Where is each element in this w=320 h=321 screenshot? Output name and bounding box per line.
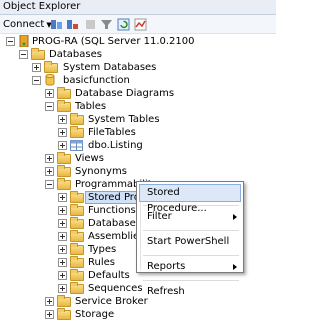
collapse-toggle[interactable] [45,102,54,111]
folder-icon [70,113,84,125]
expand-toggle[interactable] [58,284,67,293]
folder-icon [70,230,84,242]
tree-node-basicfunction[interactable]: basicfunction [0,74,276,87]
expand-toggle[interactable] [45,89,54,98]
refresh-icon[interactable] [117,18,130,31]
folder-icon [44,61,58,73]
submenu-arrow-icon [233,214,237,220]
tree-label: Tables [75,101,107,112]
collapse-toggle[interactable] [32,76,41,85]
tree-label: Sequences [88,283,143,294]
collapse-toggle[interactable] [19,50,28,59]
folder-icon [57,295,71,307]
tree-node-filetables[interactable]: FileTables [0,126,276,139]
menu-item-reports[interactable]: Reports [137,259,243,277]
tree-node-views[interactable]: Views [0,152,276,165]
tree-node-database-diagrams[interactable]: Database Diagrams [0,87,276,100]
folder-icon [57,308,71,320]
activity-monitor-icon[interactable] [134,18,147,31]
folder-icon [57,87,71,99]
tree-node-system-databases[interactable]: System Databases [0,61,276,74]
folder-icon [57,100,71,112]
folder-icon [57,178,71,190]
menu-separator [143,230,239,231]
folder-icon [57,165,71,177]
tree-node-dbo-listing[interactable]: dbo.Listing [0,139,276,152]
tree-node-tables[interactable]: Tables [0,100,276,113]
tree-label: Defaults [88,270,130,281]
folder-icon [70,126,84,138]
expand-toggle[interactable] [45,154,54,163]
tree-label: System Tables [88,114,160,125]
expand-toggle[interactable] [58,141,67,150]
collapse-toggle[interactable] [6,37,15,46]
tree-label: Types [88,244,117,255]
menu-item-refresh[interactable]: Refresh [137,284,243,302]
folder-icon [70,243,84,255]
server-label: PROG-RA (SQL Server 11.0.2100 [32,36,195,47]
tree-label: Rules [88,257,115,268]
folder-icon [70,269,84,281]
submenu-arrow-icon [233,264,237,270]
disconnect-icon[interactable] [66,18,79,31]
database-icon [45,74,55,86]
menu-item-new-stored-procedure[interactable]: Stored Procedure... [139,184,241,214]
menu-item-label: Reports [147,261,186,272]
folder-icon [70,204,84,216]
menu-separator [143,255,239,256]
tree-label: Synonyms [75,166,127,177]
connect-label: Connect [3,19,45,30]
tree-label: FileTables [88,127,136,138]
tree-node-synonyms[interactable]: Synonyms [0,165,276,178]
tree-label: basicfunction [63,75,130,86]
expand-toggle[interactable] [58,219,67,228]
folder-icon [57,152,71,164]
table-icon [70,140,83,151]
folder-icon [70,256,84,268]
tree-label: System Databases [63,62,157,73]
expand-toggle[interactable] [58,193,67,202]
tree-node-server[interactable]: PROG-RA (SQL Server 11.0.2100 [0,35,276,48]
folder-icon [70,282,84,294]
object-explorer-title: Object Explorer [0,0,276,15]
expand-toggle[interactable] [45,310,54,319]
menu-item-filter[interactable]: Filter [137,209,243,227]
folder-icon [31,48,45,60]
expand-toggle[interactable] [58,128,67,137]
tree-node-databases[interactable]: Databases [0,48,276,61]
expand-toggle[interactable] [58,245,67,254]
connect-button[interactable]: Connect ▼ [3,17,52,32]
expand-toggle[interactable] [32,63,41,72]
collapse-toggle[interactable] [45,180,54,189]
expand-toggle[interactable] [58,115,67,124]
expand-toggle[interactable] [58,271,67,280]
menu-item-label: Filter [147,211,172,222]
expand-toggle[interactable] [58,232,67,241]
context-menu: Stored Procedure... Filter Start PowerSh… [136,181,244,297]
tree-label: Storage [75,309,115,320]
tree-label: Views [75,153,104,164]
tree-label: Databases [49,49,102,60]
tree-node-system-tables[interactable]: System Tables [0,113,276,126]
folder-icon [70,191,84,203]
tree-label: Database Diagrams [75,88,175,99]
tree-node-storage[interactable]: Storage [0,308,276,321]
expand-toggle[interactable] [45,167,54,176]
folder-icon [70,217,84,229]
expand-toggle[interactable] [58,206,67,215]
object-explorer-toolbar: Connect ▼ [0,15,276,34]
expand-toggle[interactable] [45,297,54,306]
menu-separator [143,280,239,281]
filter-icon[interactable] [100,18,113,31]
connect-object-explorer-icon[interactable] [50,18,63,31]
expand-toggle[interactable] [58,258,67,267]
tree-label: Functions [88,205,136,216]
stop-icon[interactable] [84,18,97,31]
menu-item-start-powershell[interactable]: Start PowerShell [137,234,243,252]
server-icon [19,35,29,47]
tree-label: dbo.Listing [88,140,143,151]
